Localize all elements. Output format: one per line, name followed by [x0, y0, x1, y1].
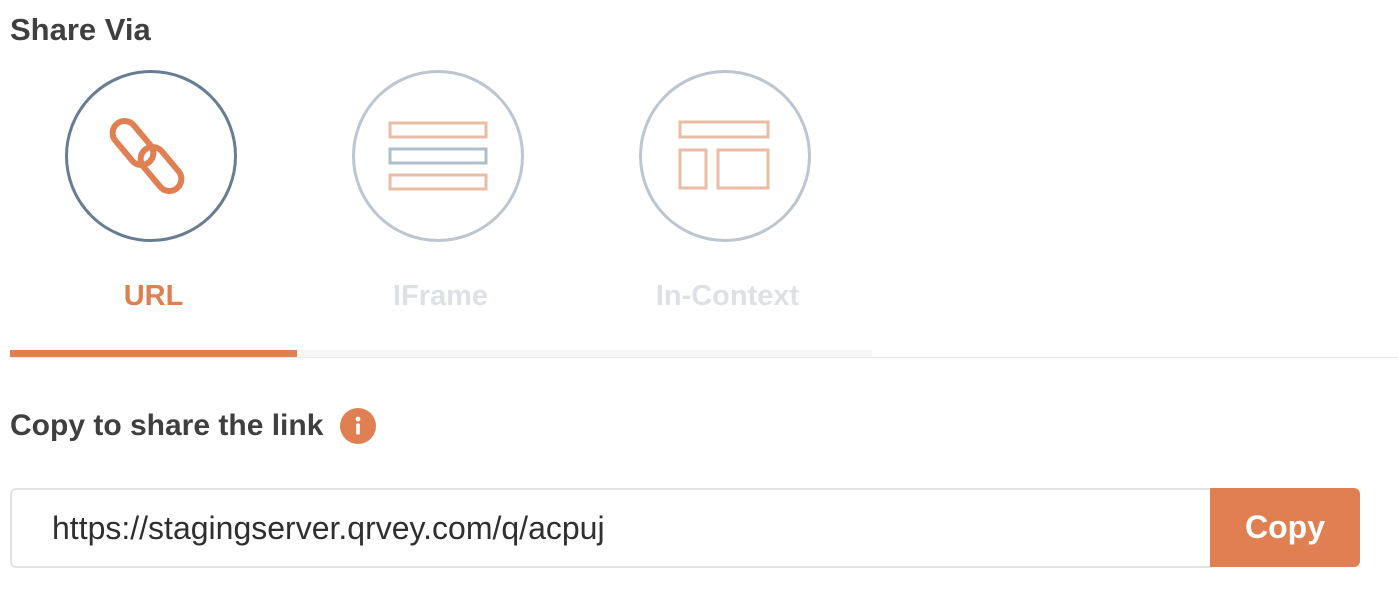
section-divider	[10, 357, 1398, 358]
info-glyph	[355, 416, 361, 435]
active-tab-indicator	[10, 350, 297, 357]
tab-url-label: URL	[123, 280, 184, 312]
tab-in-context[interactable]: In-Context	[584, 70, 871, 356]
iframe-layout-icon	[388, 121, 488, 191]
share-via-title: Share Via	[10, 12, 151, 47]
share-url-input[interactable]	[10, 488, 1212, 568]
tab-iframe-label: IFrame	[392, 280, 489, 312]
in-context-layout-icon	[678, 120, 770, 190]
link-icon	[109, 118, 185, 194]
url-option-circle	[65, 70, 237, 242]
tab-iframe[interactable]: IFrame	[297, 70, 584, 356]
copy-button[interactable]: Copy	[1210, 488, 1360, 567]
copy-link-heading: Copy to share the link	[10, 409, 324, 442]
info-icon[interactable]	[340, 408, 376, 444]
iframe-option-circle	[352, 70, 524, 242]
tab-url[interactable]: URL	[10, 70, 297, 356]
in-context-option-circle	[639, 70, 811, 242]
tab-in-context-label: In-Context	[655, 280, 800, 312]
